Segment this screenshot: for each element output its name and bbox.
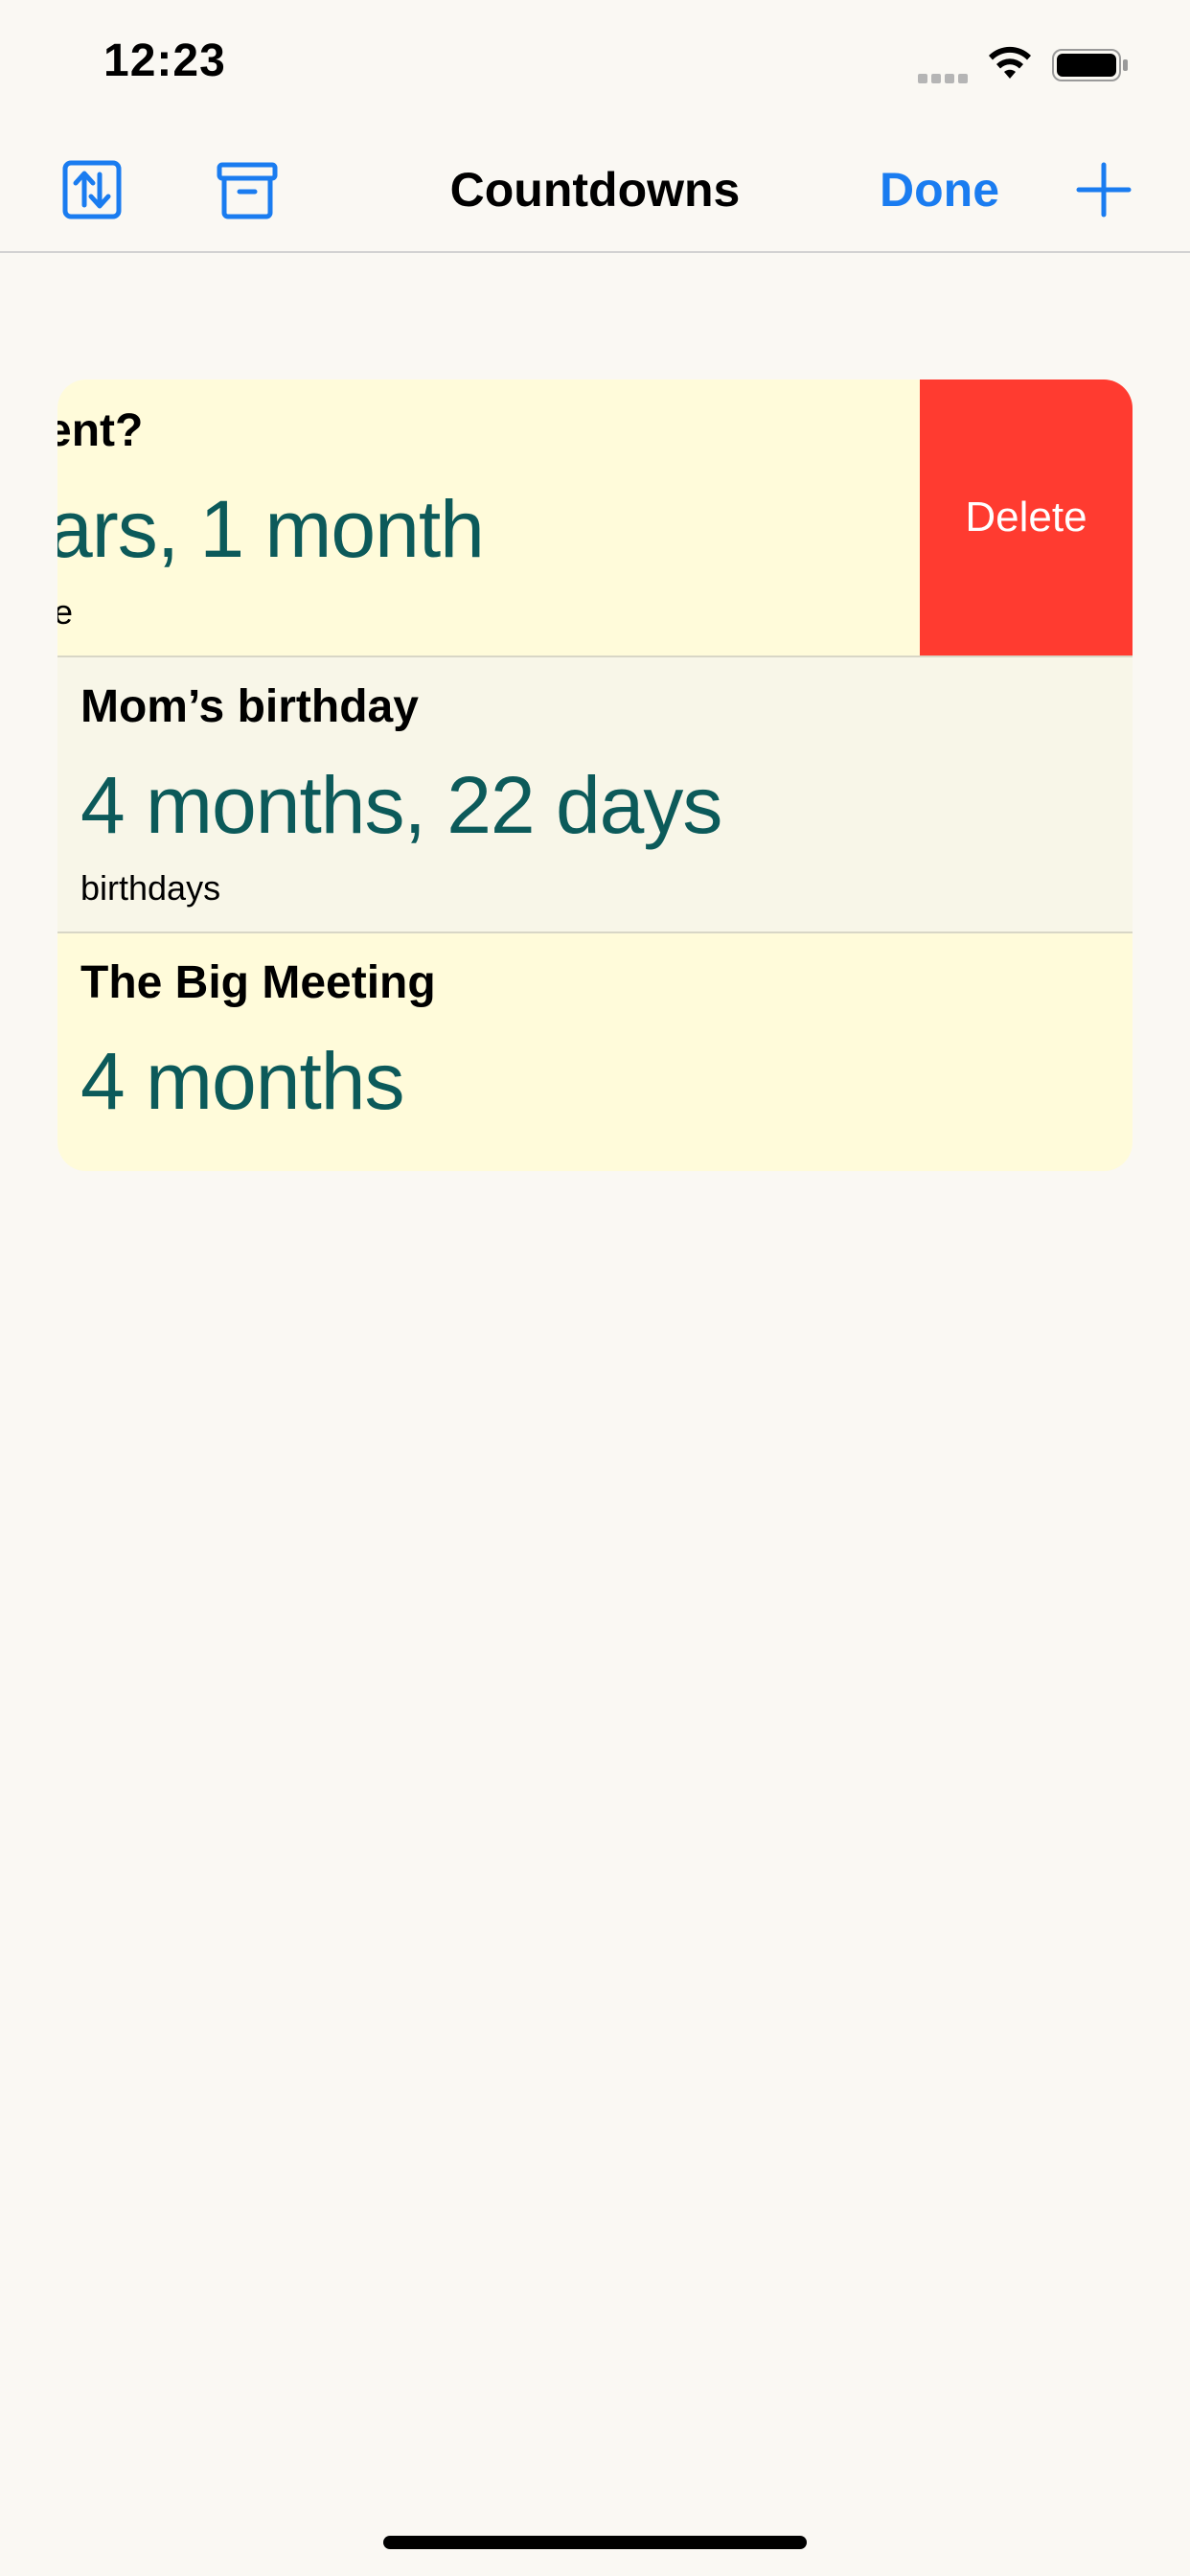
plus-icon[interactable] <box>1073 159 1134 220</box>
list-item[interactable]: ent? ars, 1 month e Delete <box>57 380 1133 656</box>
row-countdown-value: 4 months <box>80 1036 405 1126</box>
done-button[interactable]: Done <box>880 159 999 220</box>
delete-button[interactable]: Delete <box>920 380 1133 656</box>
home-indicator[interactable] <box>383 2536 807 2549</box>
wifi-icon <box>989 46 1031 79</box>
row-category: e <box>57 592 74 632</box>
countdown-list: ent? ars, 1 month e Delete Mom’s birthda… <box>57 380 1133 1171</box>
swiped-row-content[interactable]: ent? ars, 1 month e <box>57 380 920 656</box>
cellular-signal-icon <box>918 71 972 83</box>
row-countdown-value: 4 months, 22 days <box>80 760 722 850</box>
row-title: Mom’s birthday <box>80 681 419 732</box>
list-item[interactable]: Mom’s birthday 4 months, 22 days birthda… <box>57 656 1133 932</box>
navigation-bar: Countdowns Done <box>0 126 1190 253</box>
delete-label: Delete <box>965 494 1087 540</box>
row-category: birthdays <box>80 868 221 908</box>
row-countdown-value: ars, 1 month <box>57 484 485 574</box>
row-title: ent? <box>57 405 144 456</box>
status-time: 12:23 <box>103 35 226 86</box>
page-title: Countdowns <box>449 163 741 217</box>
battery-icon <box>1052 49 1128 81</box>
list-item[interactable]: The Big Meeting 4 months <box>57 932 1133 1171</box>
status-bar: 12:23 <box>0 0 1190 126</box>
row-title: The Big Meeting <box>80 957 436 1008</box>
